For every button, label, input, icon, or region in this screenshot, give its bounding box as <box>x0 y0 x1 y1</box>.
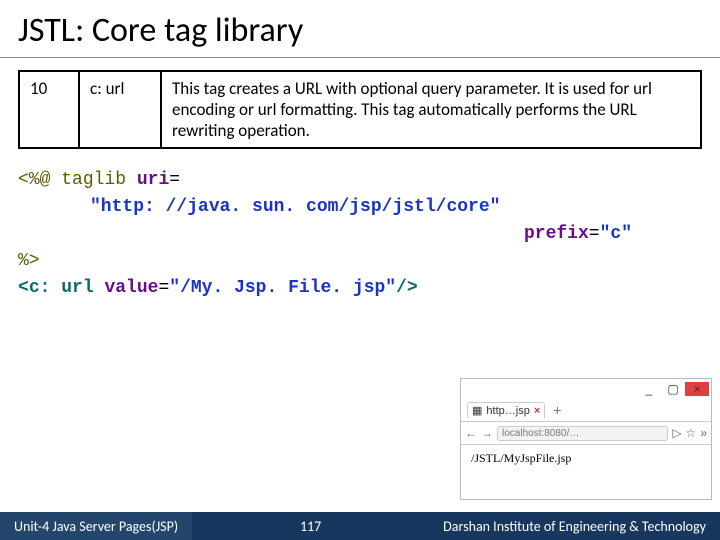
tag-table: 10 c: url This tag creates a URL with op… <box>18 70 702 149</box>
footer-unit: Unit-4 Java Server Pages(JSP) <box>0 512 192 540</box>
code-block: <%@ taglib uri= "http: //java. sun. com/… <box>18 167 702 302</box>
attr-prefix: prefix <box>524 224 589 244</box>
tag-close: /> <box>396 278 418 298</box>
close-button[interactable]: × <box>685 382 709 396</box>
attr-uri: uri <box>137 170 169 190</box>
footer-institute: Darshan Institute of Engineering & Techn… <box>429 518 720 535</box>
browser-viewport: /JSTL/MyJspFile.jsp <box>461 445 711 472</box>
forward-button[interactable]: → <box>481 426 493 440</box>
equals: = <box>589 224 600 244</box>
minimize-button[interactable]: _ <box>637 382 661 396</box>
tag-number: 10 <box>20 72 80 147</box>
bookmark-icon[interactable]: ☆ <box>686 426 697 440</box>
back-button[interactable]: ← <box>465 426 477 440</box>
url-bar: ← → localhost:8080/… ▷ ☆ » <box>461 422 711 445</box>
window-controls: _ ▢ × <box>461 379 711 399</box>
maximize-button[interactable]: ▢ <box>661 382 685 396</box>
overflow-icon[interactable]: » <box>700 426 707 440</box>
attr-value: value <box>104 278 158 298</box>
directive-name: taglib <box>61 170 137 190</box>
slide-title: JSTL: Core tag library <box>0 0 720 58</box>
code-line: <c: url value="/My. Jsp. File. jsp"/> <box>18 275 702 302</box>
directive-close: %> <box>18 251 40 271</box>
new-tab-button[interactable]: + <box>553 402 561 418</box>
code-line: "http: //java. sun. com/jsp/jstl/core" <box>18 194 702 221</box>
tab-close-icon[interactable]: × <box>534 405 540 417</box>
tab-favicon-icon: ▦ <box>472 404 482 417</box>
directive-open: <%@ <box>18 170 61 190</box>
tab-label: http…jsp <box>486 405 529 417</box>
browser-tab[interactable]: ▦ http…jsp × <box>467 402 545 418</box>
code-line: prefix="c" <box>18 221 702 248</box>
browser-window: _ ▢ × ▦ http…jsp × + ← → localhost:8080/… <box>460 378 712 500</box>
uri-value: "http: //java. sun. com/jsp/jstl/core" <box>90 197 500 217</box>
tag-name: c: url <box>80 72 162 147</box>
page-number: 117 <box>292 518 329 535</box>
value-str: "/My. Jsp. File. jsp" <box>169 278 396 298</box>
prefix-value: "c" <box>600 224 632 244</box>
tab-bar: ▦ http…jsp × + <box>461 399 711 422</box>
slide-footer: Unit-4 Java Server Pages(JSP) 117 Darsha… <box>0 512 720 540</box>
tag-desc: This tag creates a URL with optional que… <box>162 72 700 147</box>
equals: = <box>158 278 169 298</box>
footer-mid: 117 <box>192 518 429 535</box>
equals: = <box>169 170 180 190</box>
go-button[interactable]: ▷ <box>672 426 681 440</box>
code-line: %> <box>18 248 702 275</box>
page-output: /JSTL/MyJspFile.jsp <box>471 451 571 465</box>
tag-curl: c: url <box>29 278 105 298</box>
slide: JSTL: Core tag library 10 c: url This ta… <box>0 0 720 540</box>
tag-open: < <box>18 278 29 298</box>
code-line: <%@ taglib uri= <box>18 167 702 194</box>
address-input[interactable]: localhost:8080/… <box>497 426 668 441</box>
